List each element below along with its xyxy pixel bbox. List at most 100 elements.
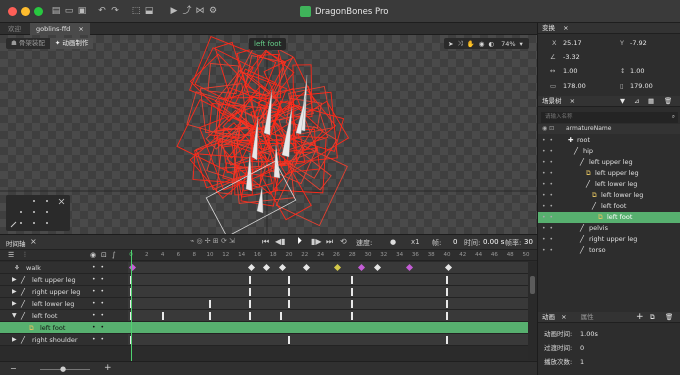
track-toggles[interactable]: •• <box>92 334 116 346</box>
keyframe-marker[interactable] <box>209 300 211 308</box>
track-row[interactable]: ▶ ╱ left lower leg •• <box>0 298 128 310</box>
keyframe-marker[interactable] <box>279 263 287 272</box>
track-toggles[interactable]: •• <box>92 298 116 310</box>
frame-ruler[interactable]: 0246810121416182022242628303234363840424… <box>128 250 537 261</box>
scene-tree-node[interactable]: •• ⧉ left upper leg <box>538 168 680 179</box>
play-icon[interactable]: ⏵ <box>297 236 302 247</box>
keyframe-marker[interactable] <box>358 263 366 272</box>
keyframe-area[interactable] <box>128 262 528 346</box>
node-visibility-toggle[interactable]: •• <box>542 234 557 245</box>
tab-welcome[interactable]: 欢迎 <box>2 23 27 35</box>
timeline-scrollbar[interactable] <box>528 262 537 360</box>
collapse-arrow-icon[interactable]: ▶ <box>12 334 17 346</box>
rotation-value[interactable]: -3.32 <box>563 53 580 61</box>
node-visibility-toggle[interactable]: •• <box>542 201 557 212</box>
keyframe-tools-icon[interactable]: ⌁ ◎ ✢ ⊞ ⟳ ⇲ <box>190 237 235 245</box>
keyframe-marker[interactable] <box>334 263 342 272</box>
export-icon[interactable]: ⬓ <box>143 5 155 17</box>
playhead[interactable] <box>131 250 132 361</box>
tab-animation[interactable]: 动画 <box>542 313 555 321</box>
scene-search-input[interactable]: 请输入名称 ⌕ <box>541 112 678 123</box>
lock-column-icon[interactable]: ⊡ <box>101 251 107 259</box>
width-value[interactable]: 178.00 <box>563 82 586 90</box>
scene-filter-icon[interactable]: ▼ <box>620 96 625 107</box>
zoom-dropdown-icon[interactable]: ▾ <box>520 40 523 48</box>
transform-tool-icon[interactable]: ⤨ <box>457 39 462 48</box>
keyframe-marker[interactable] <box>405 263 413 272</box>
scene-tree-armature-row[interactable]: ◉ ⊡ armatureName <box>538 124 680 134</box>
last-frame-icon[interactable]: ⏭ <box>326 237 333 247</box>
keyframe-row[interactable] <box>128 322 528 334</box>
play-times-value[interactable]: 1 <box>580 356 584 369</box>
filter-icon[interactable]: ⫶ <box>24 251 26 260</box>
scene-tree-node[interactable]: •• ╱ left upper leg <box>538 157 680 168</box>
preview-icon[interactable]: ▶ <box>168 5 180 17</box>
scene-tree-node[interactable]: •• ╱ pelvis <box>538 223 680 234</box>
y-value[interactable]: -7.92 <box>630 39 647 47</box>
undo-icon[interactable]: ↶ <box>96 5 108 17</box>
tab-property[interactable]: 属性 <box>581 313 594 321</box>
track-toggles[interactable]: •• <box>92 286 116 298</box>
scene-tree-node[interactable]: •• ╱ left lower leg <box>538 179 680 190</box>
keyframe-marker[interactable] <box>248 276 251 284</box>
keyframe-marker[interactable] <box>248 288 251 296</box>
keyframe-marker[interactable] <box>280 312 283 320</box>
minimize-window-button[interactable] <box>21 7 30 16</box>
scene-tree-node[interactable]: •• ⧉ left foot <box>538 212 680 223</box>
frame-value[interactable]: 0 <box>453 238 457 246</box>
add-slot-icon[interactable]: ▦ <box>648 96 654 107</box>
first-frame-icon[interactable]: ⏮ <box>262 237 269 247</box>
node-visibility-toggle[interactable]: •• <box>542 146 557 157</box>
scene-tree-node[interactable]: •• ⧉ left lower leg <box>538 190 680 201</box>
scene-tree-node[interactable]: •• ╱ left foot <box>538 201 680 212</box>
track-row[interactable]: ▼ ╱ left foot •• <box>0 310 128 322</box>
keyframe-marker[interactable] <box>302 263 310 272</box>
close-tab-icon[interactable]: × <box>78 25 83 33</box>
scene-tree-node[interactable]: •• ╱ torso <box>538 245 680 256</box>
track-toggles[interactable]: •• <box>92 274 116 286</box>
timeline-zoom-slider-knob[interactable]: ● <box>60 365 66 373</box>
keyframe-marker[interactable] <box>209 312 211 320</box>
keyframe-marker[interactable] <box>351 312 354 320</box>
duration-value[interactable]: 1.00s <box>580 328 598 341</box>
save-icon[interactable]: ▣ <box>76 5 88 17</box>
height-value[interactable]: 179.00 <box>630 82 653 90</box>
keyframe-row[interactable] <box>128 310 528 322</box>
add-animation-icon[interactable]: + <box>636 312 644 323</box>
scale-x-value[interactable]: 1.00 <box>563 67 577 75</box>
keyframe-row[interactable] <box>128 298 528 310</box>
track-row[interactable]: ▶ ╱ right shoulder •• <box>0 334 128 346</box>
keyframe-row[interactable] <box>128 274 528 286</box>
collapse-arrow-icon[interactable]: ▶ <box>12 274 17 286</box>
keyframe-marker[interactable] <box>446 276 448 284</box>
scene-tree-close-icon[interactable]: × <box>570 97 575 105</box>
stage-viewport[interactable]: ☗ 骨架装配 ✦ 动画制作 left foot ➤ ⤨ ✋ ◉ ◐ 74% ▾ <box>0 35 537 234</box>
keyframe-marker[interactable] <box>351 300 354 308</box>
keyframe-marker[interactable] <box>373 263 381 272</box>
keyframe-row[interactable] <box>128 286 528 298</box>
share-icon[interactable]: ⋈ <box>194 5 206 17</box>
node-visibility-toggle[interactable]: •• <box>542 179 557 190</box>
copy-animation-icon[interactable]: ⧉ <box>650 312 655 323</box>
add-bone-icon[interactable]: ⊿ <box>634 96 639 107</box>
track-toggles[interactable]: •• <box>92 310 116 322</box>
speed-slider-knob[interactable]: ● <box>390 238 396 246</box>
zoom-tool-icon[interactable]: ◉ <box>479 40 485 48</box>
keyframe-marker[interactable] <box>247 263 255 272</box>
timeline-scroll-thumb[interactable] <box>530 276 535 294</box>
next-frame-icon[interactable]: ▮▶ <box>311 237 322 246</box>
eye-column-icon[interactable]: ◉ <box>90 251 96 259</box>
keyframe-marker[interactable] <box>288 288 290 296</box>
track-toggles[interactable]: •• <box>92 262 116 274</box>
fps-value[interactable]: 30 <box>524 238 533 246</box>
keyframe-marker[interactable] <box>288 276 290 284</box>
node-visibility-toggle[interactable]: •• <box>542 168 557 179</box>
loop-icon[interactable]: ⟲ <box>340 237 347 246</box>
track-row[interactable]: ▶ ╱ left upper leg •• <box>0 274 128 286</box>
expand-arrow-icon[interactable]: ▼ <box>12 310 17 322</box>
track-toggles[interactable]: •• <box>92 322 116 334</box>
node-visibility-toggle[interactable]: •• <box>542 135 557 146</box>
collapse-arrow-icon[interactable]: ▶ <box>12 298 17 310</box>
open-folder-icon[interactable]: ▭ <box>63 5 75 17</box>
scene-tree-node[interactable]: •• ╱ hip <box>538 146 680 157</box>
